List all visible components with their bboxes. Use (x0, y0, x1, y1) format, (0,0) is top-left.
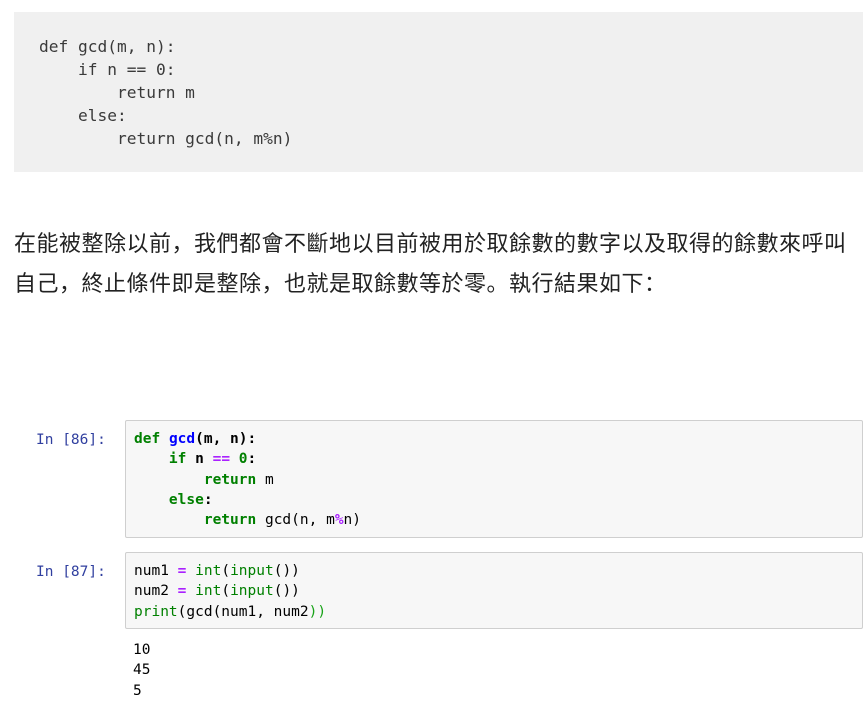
code-line-3: return m (39, 83, 195, 102)
cell-86-input[interactable]: def gcd(m, n): if n == 0: return m else:… (125, 420, 863, 538)
print-close: )) (308, 603, 327, 620)
code-snippet: def gcd(m, n): if n == 0: return m else:… (39, 35, 292, 150)
var-num1: num1 (134, 563, 169, 579)
code-line-2: if n == 0: (39, 60, 176, 79)
kw-return-2: return (203, 512, 257, 529)
tok-m: m (256, 471, 274, 488)
kw-def: def (134, 431, 161, 447)
code-line-5: return gcd(n, m%n) (39, 129, 293, 148)
cell-86-code: def gcd(m, n): if n == 0: return m else:… (134, 429, 361, 530)
var-num2: num2 (134, 583, 169, 600)
print-args: (gcd(num1, num2 (177, 603, 309, 620)
op-assign-2: = (177, 583, 187, 600)
output-line-1: 10 (133, 642, 151, 658)
code-line-1: def gcd(m, n): (39, 37, 176, 56)
code-snippet-block: def gcd(m, n): if n == 0: return m else:… (14, 12, 863, 172)
kw-if: if (168, 451, 187, 468)
code-line-4: else: (39, 106, 127, 125)
op-mod: % (334, 512, 344, 529)
cell-87-input[interactable]: num1 = int(input()) num2 = int(input()) … (125, 552, 863, 629)
bi-input-2: input (230, 583, 274, 600)
explanation-paragraph: 在能被整除以前，我們都會不斷地以目前被用於取餘數的數字以及取得的餘數來呼叫自己，… (14, 232, 847, 297)
cell-87-prompt: In [87]: (36, 564, 106, 580)
op-eq: == (212, 451, 231, 468)
kw-return-1: return (203, 471, 257, 488)
op-assign-1: = (177, 563, 187, 579)
tok-n: n (186, 451, 213, 468)
sig: (m, n): (195, 431, 257, 447)
fn-gcd: gcd (168, 431, 196, 447)
output-text: 10 45 5 (133, 640, 150, 701)
rest-2: ()) (273, 583, 300, 600)
tok-colon: : (247, 451, 257, 468)
num-zero: 0 (238, 451, 248, 468)
cell-87-output: 10 45 5 (133, 640, 150, 701)
tok-end: n) (343, 512, 362, 529)
cell-86-prompt: In [86]: (36, 432, 106, 448)
bi-input-1: input (230, 563, 274, 579)
kw-else: else (168, 491, 204, 508)
rest-1: ()) (273, 563, 300, 579)
bi-int-1: int (195, 563, 222, 579)
output-line-3: 5 (133, 682, 142, 699)
cell-87-code: num1 = int(input()) num2 = int(input()) … (134, 563, 327, 620)
tok-call: gcd(n, m (256, 512, 335, 529)
bi-print: print (134, 603, 178, 620)
tok-colon-2: : (203, 491, 213, 508)
bi-int-2: int (195, 583, 222, 600)
output-line-2: 45 (133, 662, 151, 679)
